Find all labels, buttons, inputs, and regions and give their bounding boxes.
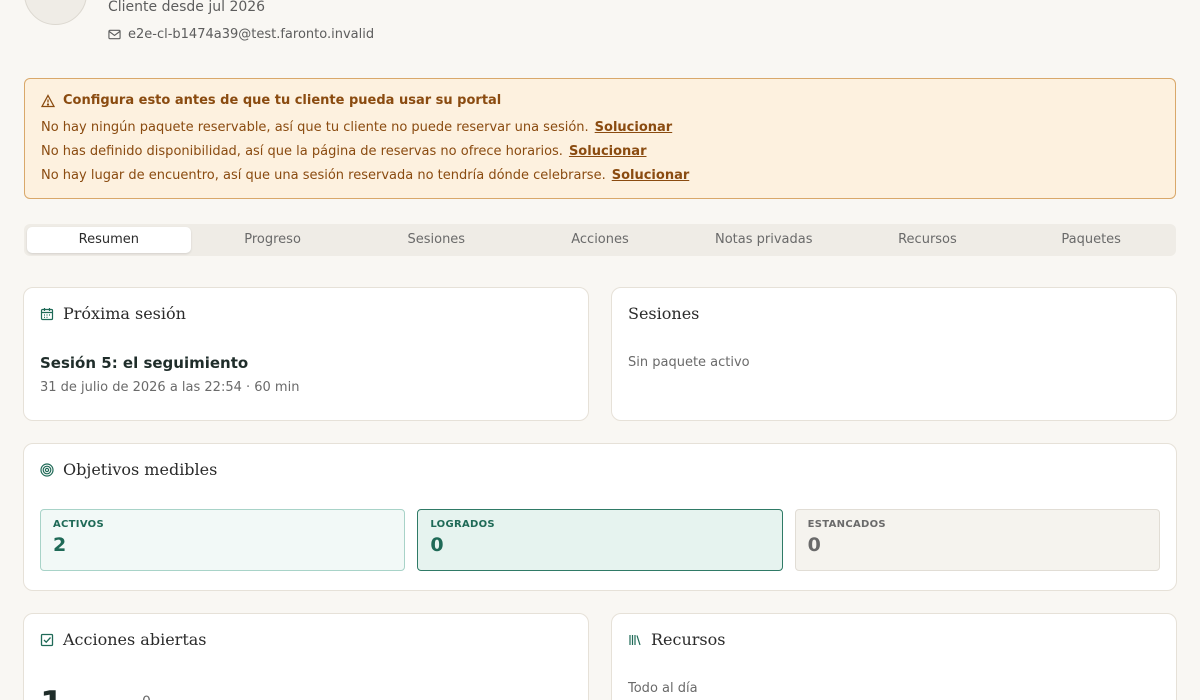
stat-label: ESTANCADOS: [807, 519, 886, 530]
resources-header: Recursos: [628, 630, 1160, 649]
next-session-card: Próxima sesión Sesión 5: el seguimiento …: [23, 287, 589, 421]
tab-paquetes[interactable]: Paquetes: [1009, 227, 1173, 253]
fix-link[interactable]: Solucionar: [595, 120, 673, 135]
next-session-meta: 31 de julio de 2026 a las 22:54 · 60 min: [40, 380, 300, 395]
alert-item-text: No hay lugar de encuentro, así que una s…: [41, 168, 606, 183]
stat-active[interactable]: ACTIVOS 2: [40, 509, 406, 571]
alert-item: No hay lugar de encuentro, así que una s…: [41, 164, 1159, 188]
client-tabs: Resumen Progreso Sesiones Acciones Notas…: [24, 224, 1176, 256]
tab-sesiones[interactable]: Sesiones: [354, 227, 518, 253]
setup-alert: Configura esto antes de que tu cliente p…: [24, 78, 1176, 199]
tab-resumen[interactable]: Resumen: [27, 227, 191, 253]
stat-value: 0: [807, 534, 821, 556]
actions-card: Acciones abiertas 1 0: [23, 613, 589, 700]
library-icon: [629, 634, 641, 645]
resources-status: Todo al día: [628, 681, 698, 696]
resources-card: Recursos Todo al día: [611, 613, 1177, 700]
goals-stats: ACTIVOS 2 LOGRADOS 0 ESTANCADOS 0: [40, 509, 1160, 571]
actions-header: Acciones abiertas: [40, 630, 572, 649]
next-session-title: Próxima sesión: [63, 304, 186, 323]
alert-item: No has definido disponibilidad, así que …: [41, 140, 1159, 164]
target-icon: [40, 462, 54, 477]
actions-count: 1: [40, 684, 64, 700]
warning-icon: [41, 93, 55, 107]
actions-title: Acciones abiertas: [63, 630, 207, 649]
goals-title: Objetivos medibles: [63, 460, 218, 479]
tab-acciones[interactable]: Acciones: [518, 227, 682, 253]
client-email-row: e2e-cl-b1474a39@test.faronto.invalid: [108, 27, 374, 42]
stat-value: 2: [53, 534, 67, 556]
stat-achieved[interactable]: LOGRADOS 0: [417, 509, 783, 571]
alert-title-row: Configura esto antes de que tu cliente p…: [41, 93, 1159, 108]
tab-progreso[interactable]: Progreso: [191, 227, 355, 253]
fix-link[interactable]: Solucionar: [612, 168, 690, 183]
next-session-name[interactable]: Sesión 5: el seguimiento: [40, 354, 572, 372]
fix-link[interactable]: Solucionar: [569, 144, 647, 159]
tab-notas-privadas[interactable]: Notas privadas: [682, 227, 846, 253]
resources-title: Recursos: [651, 630, 726, 649]
alert-item-text: No has definido disponibilidad, así que …: [41, 144, 563, 159]
alert-item-text: No hay ningún paquete reservable, así qu…: [41, 120, 589, 135]
client-since: Cliente desde jul 2026: [108, 0, 266, 15]
checkbox-icon: [40, 633, 54, 646]
goals-card: Objetivos medibles ACTIVOS 2 LOGRADOS 0 …: [23, 443, 1177, 591]
sessions-card: Sesiones Sin paquete activo: [611, 287, 1177, 421]
stat-label: LOGRADOS: [430, 519, 495, 530]
client-email: e2e-cl-b1474a39@test.faronto.invalid: [128, 27, 375, 42]
sessions-title: Sesiones: [628, 304, 700, 323]
goals-header: Objetivos medibles: [40, 460, 1160, 479]
next-session-header: Próxima sesión: [40, 304, 572, 323]
stat-stalled[interactable]: ESTANCADOS 0: [794, 509, 1160, 571]
actions-secondary-count: 0: [142, 694, 151, 700]
sessions-header: Sesiones: [628, 304, 1160, 323]
mail-icon: [108, 29, 121, 40]
alert-item: No hay ningún paquete reservable, así qu…: [41, 116, 1159, 140]
stat-label: ACTIVOS: [53, 519, 104, 530]
tab-recursos[interactable]: Recursos: [846, 227, 1010, 253]
client-avatar: [24, 0, 87, 25]
sessions-empty: Sin paquete activo: [628, 355, 750, 370]
stat-value: 0: [430, 534, 444, 556]
alert-title: Configura esto antes de que tu cliente p…: [63, 93, 502, 108]
calendar-icon: [40, 307, 54, 320]
